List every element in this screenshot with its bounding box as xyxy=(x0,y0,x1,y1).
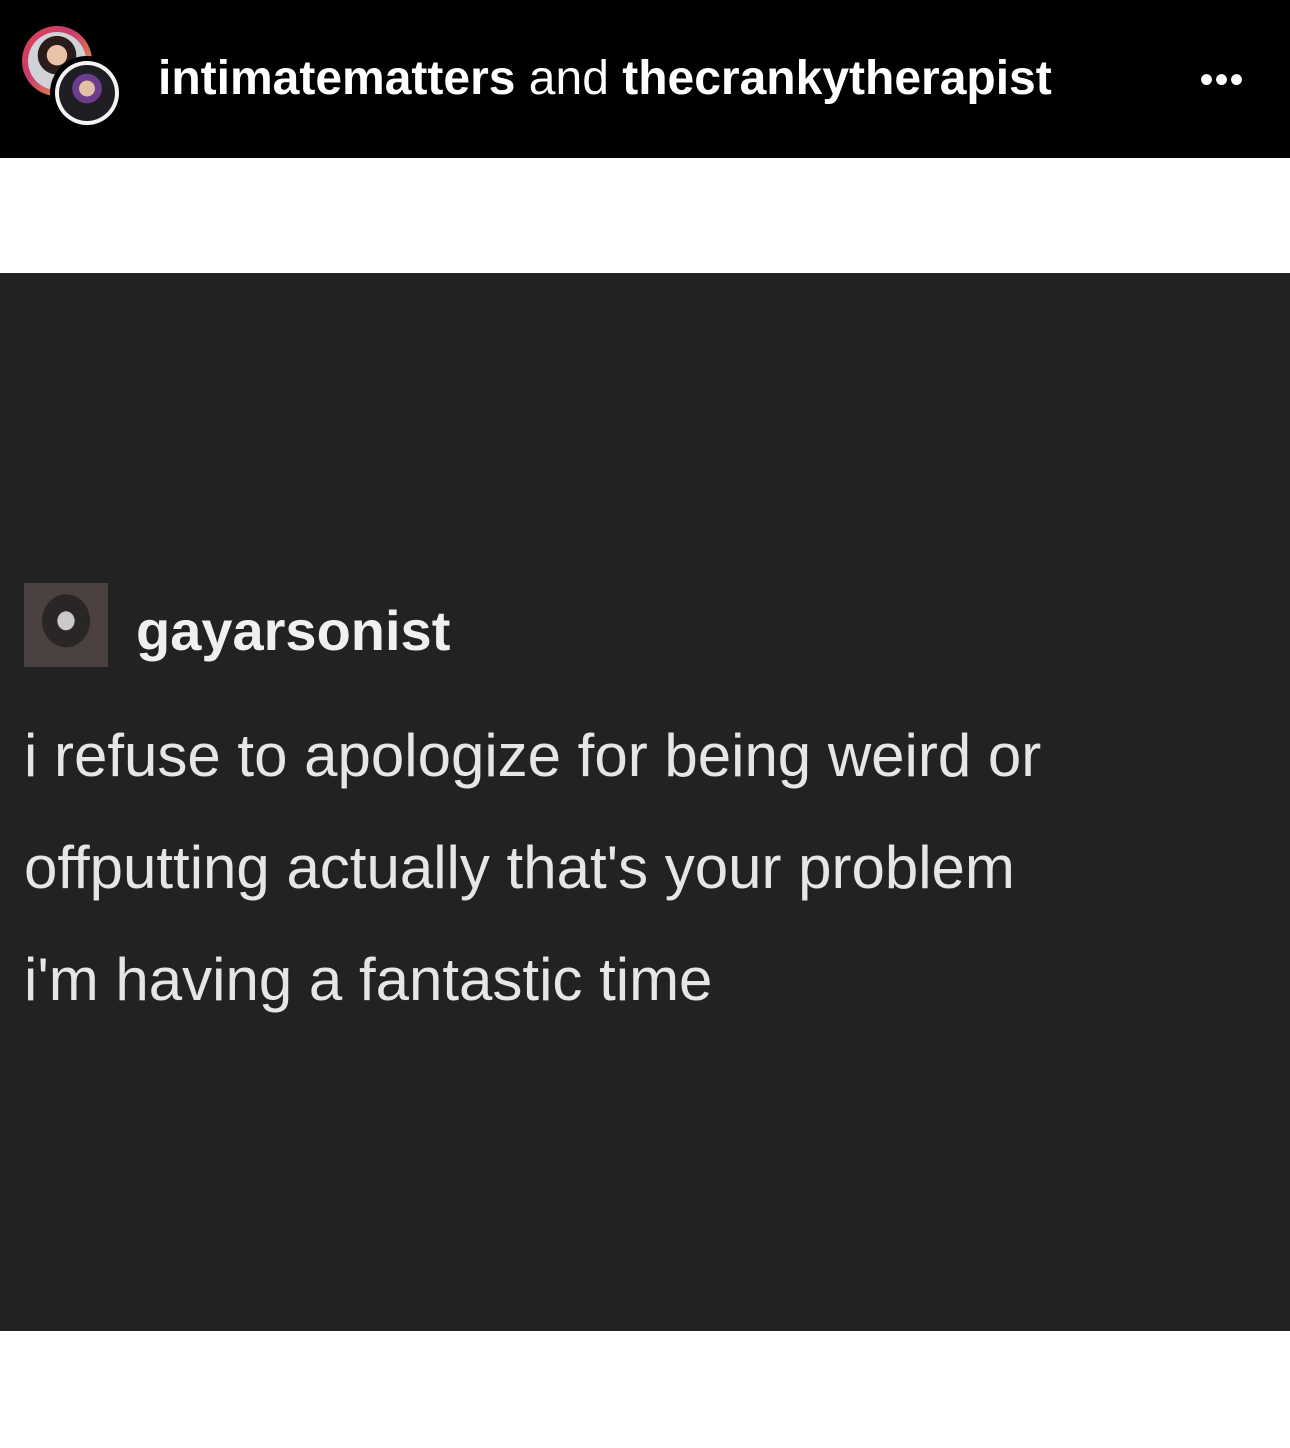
post-text-line: i refuse to apologize for being weird or xyxy=(24,722,1042,789)
post-body-text: i refuse to apologize for being weird or… xyxy=(24,700,1274,1036)
avatar-photo xyxy=(59,65,115,121)
username-thecrankytherapist[interactable]: thecrankytherapist xyxy=(622,52,1052,105)
post-header: intimatematters and thecrankytherapist •… xyxy=(0,0,1290,158)
collab-avatars[interactable] xyxy=(22,26,126,130)
post-text-line: offputting actually that's your problem xyxy=(24,834,1015,901)
poster-username: gayarsonist xyxy=(136,599,451,662)
avatar-thecrankytherapist[interactable] xyxy=(50,56,124,130)
collab-usernames: intimatematters and thecrankytherapist xyxy=(158,44,1052,114)
username-conjunction: and xyxy=(528,52,609,105)
poster-avatar xyxy=(24,583,108,667)
post-text-line: i'm having a fantastic time xyxy=(24,946,713,1013)
more-options-icon[interactable]: ••• xyxy=(1192,60,1252,100)
username-intimatematters[interactable]: intimatematters xyxy=(158,52,515,105)
